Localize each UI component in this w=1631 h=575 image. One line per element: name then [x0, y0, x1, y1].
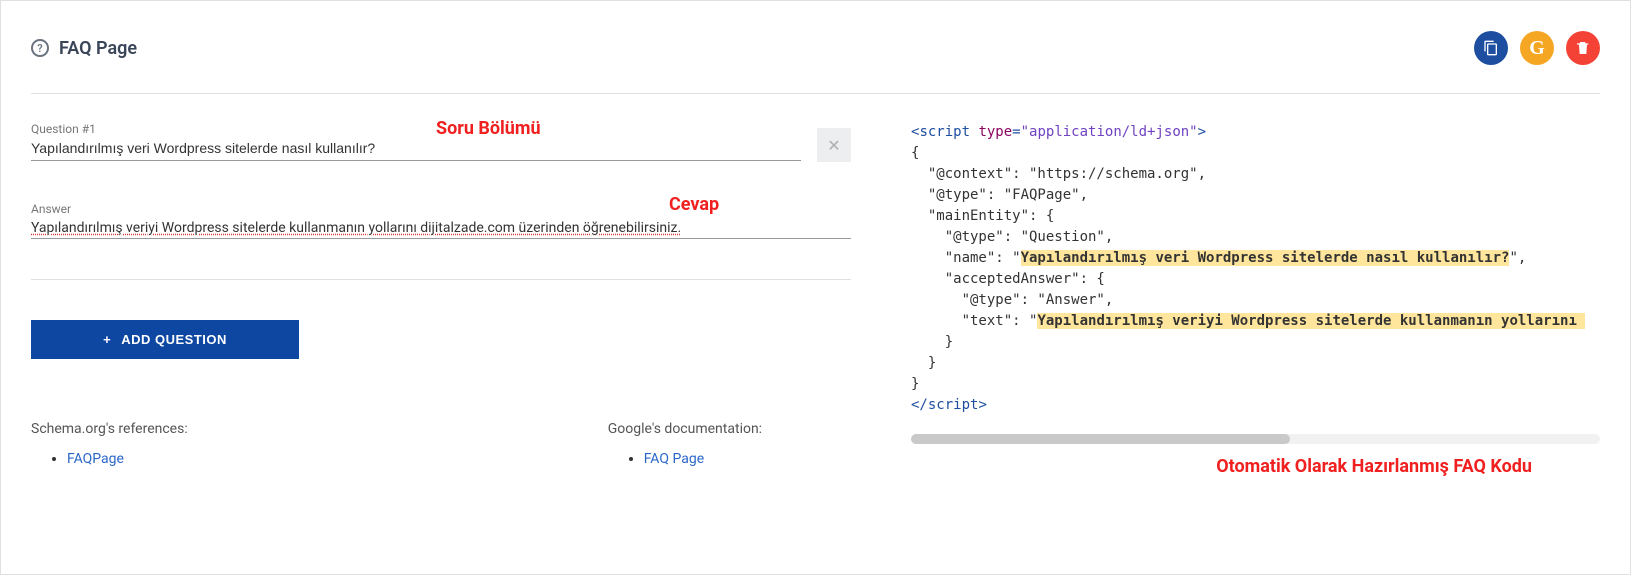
answer-text: Yapılandırılmış veriyi Wordpress siteler…	[31, 220, 681, 236]
add-question-label: ADD QUESTION	[121, 332, 227, 347]
trash-icon	[1575, 40, 1591, 56]
page-header: ? FAQ Page G	[31, 31, 1600, 94]
add-question-button[interactable]: + ADD QUESTION	[31, 320, 299, 359]
references: Schema.org's references: FAQPage Google'…	[31, 421, 851, 467]
code-scrollbar[interactable]	[911, 434, 1600, 444]
copy-button[interactable]	[1474, 31, 1508, 65]
close-icon: ✕	[827, 136, 840, 155]
page-title: ? FAQ Page	[31, 38, 137, 59]
header-actions: G	[1474, 31, 1600, 65]
plus-icon: +	[103, 332, 111, 347]
google-faqpage-link[interactable]: FAQ Page	[644, 451, 704, 467]
code-output: <script type="application/ld+json"> { "@…	[911, 122, 1600, 416]
answer-input[interactable]: Yapılandırılmış veriyi Wordpress siteler…	[31, 216, 851, 239]
schema-refs-heading: Schema.org's references:	[31, 421, 188, 437]
google-button[interactable]: G	[1520, 31, 1554, 65]
code-column: <script type="application/ld+json"> { "@…	[911, 122, 1600, 467]
google-refs-heading: Google's documentation:	[608, 421, 762, 437]
answer-label: Answer	[31, 202, 851, 216]
help-icon: ?	[31, 39, 49, 57]
google-refs: Google's documentation: FAQ Page	[608, 421, 762, 467]
form-column: Soru Bölümü Question #1 ✕ Cevap Answer Y…	[31, 122, 851, 467]
copy-icon	[1483, 40, 1499, 56]
page-title-text: FAQ Page	[59, 38, 137, 59]
question-label: Question #1	[31, 122, 801, 136]
delete-button[interactable]	[1566, 31, 1600, 65]
question-input[interactable]	[31, 136, 801, 161]
annotation-code: Otomatik Olarak Hazırlanmış FAQ Kodu	[1216, 456, 1532, 477]
google-icon: G	[1529, 37, 1545, 60]
scrollbar-thumb[interactable]	[911, 434, 1290, 444]
delete-question-button[interactable]: ✕	[817, 128, 851, 162]
schema-refs: Schema.org's references: FAQPage	[31, 421, 188, 467]
schema-faqpage-link[interactable]: FAQPage	[67, 451, 124, 467]
